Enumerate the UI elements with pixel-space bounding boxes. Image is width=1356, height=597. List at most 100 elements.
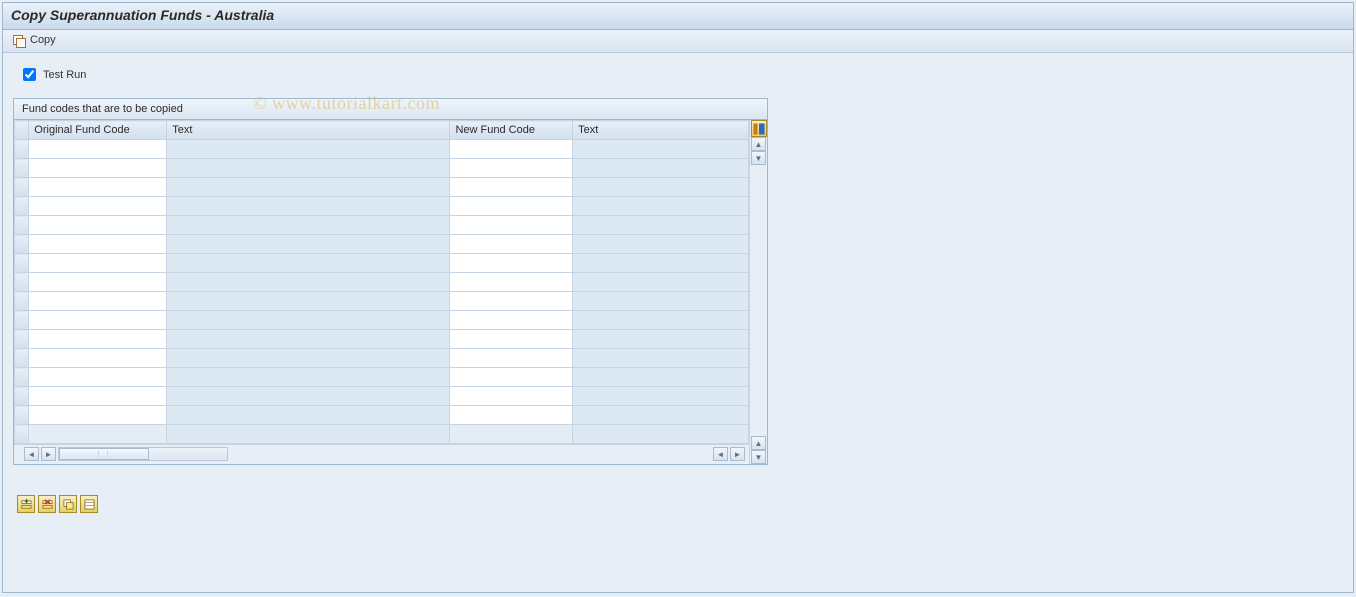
original-fund-code-field[interactable]: [29, 235, 166, 253]
row-selector[interactable]: [15, 140, 29, 159]
hscroll-right-icon[interactable]: ►: [41, 447, 56, 461]
row-selector[interactable]: [15, 273, 29, 292]
row-selector[interactable]: [15, 330, 29, 349]
original-fund-code-field[interactable]: [29, 216, 166, 234]
new-fund-code-field[interactable]: [450, 311, 572, 329]
text2-field: [573, 140, 748, 158]
footer-toolbar: [17, 495, 1343, 513]
test-run-checkbox[interactable]: [23, 68, 36, 81]
hscroll-left2-icon[interactable]: ◄: [713, 447, 728, 461]
new-fund-code-field[interactable]: [450, 159, 572, 177]
new-fund-code-field[interactable]: [450, 197, 572, 215]
original-fund-code-field[interactable]: [29, 387, 166, 405]
row-selector[interactable]: [15, 216, 29, 235]
row-selector[interactable]: [15, 235, 29, 254]
table-row: [15, 159, 749, 178]
original-fund-code-field[interactable]: [29, 273, 166, 291]
row-selector[interactable]: [15, 254, 29, 273]
new-fund-code-field[interactable]: [450, 178, 572, 196]
row-selector[interactable]: [15, 406, 29, 425]
new-fund-code-field[interactable]: [450, 368, 572, 386]
new-fund-code-field[interactable]: [450, 292, 572, 310]
table-row: [15, 330, 749, 349]
select-all-button[interactable]: [80, 495, 98, 513]
text2-field: [573, 330, 748, 348]
text2-field: [573, 387, 748, 405]
text1-field: [167, 159, 449, 177]
grid-table: Original Fund Code Text New Fund Code Te…: [14, 120, 749, 444]
original-fund-code-field[interactable]: [29, 349, 166, 367]
row-selector[interactable]: [15, 159, 29, 178]
row-selector[interactable]: [15, 349, 29, 368]
text2-field: [573, 254, 748, 272]
original-fund-code-field[interactable]: [29, 197, 166, 215]
text2-field: [573, 216, 748, 234]
copy-button[interactable]: Copy: [11, 33, 62, 47]
test-run-label: Test Run: [43, 69, 86, 81]
table-row: [15, 387, 749, 406]
row-selector[interactable]: [15, 311, 29, 330]
original-fund-code-field[interactable]: [29, 311, 166, 329]
text2-field: [573, 311, 748, 329]
col-new-fund-code[interactable]: New Fund Code: [450, 121, 573, 140]
select-all-header[interactable]: [15, 121, 29, 140]
vscroll-down-icon[interactable]: ▼: [751, 151, 766, 165]
new-fund-code-field[interactable]: [450, 273, 572, 291]
table-settings-icon[interactable]: [751, 120, 767, 137]
hscroll-right2-icon[interactable]: ►: [730, 447, 745, 461]
vscroll-up-icon[interactable]: ▲: [751, 137, 766, 151]
new-fund-code-field[interactable]: [450, 254, 572, 272]
col-original-fund-code[interactable]: Original Fund Code: [29, 121, 167, 140]
original-fund-code-field[interactable]: [29, 178, 166, 196]
row-selector[interactable]: [15, 178, 29, 197]
original-fund-code-field[interactable]: [29, 368, 166, 386]
text1-field: [167, 178, 449, 196]
original-fund-code-field[interactable]: [29, 254, 166, 272]
new-fund-code-field[interactable]: [450, 235, 572, 253]
delete-row-icon: [42, 499, 53, 510]
hscroll-thumb[interactable]: ⋮⋮: [59, 448, 149, 460]
original-fund-code-field[interactable]: [29, 425, 166, 443]
original-fund-code-field[interactable]: [29, 140, 166, 158]
vscroll-up2-icon[interactable]: ▲: [751, 436, 766, 450]
copy-row-button[interactable]: [59, 495, 77, 513]
table-row: [15, 349, 749, 368]
new-fund-code-field[interactable]: [450, 349, 572, 367]
original-fund-code-field[interactable]: [29, 292, 166, 310]
grid-body: Original Fund Code Text New Fund Code Te…: [14, 120, 749, 464]
row-selector[interactable]: [15, 292, 29, 311]
text1-field: [167, 254, 449, 272]
hscroll-left-icon[interactable]: ◄: [24, 447, 39, 461]
new-fund-code-field[interactable]: [450, 330, 572, 348]
text2-field: [573, 235, 748, 253]
col-text2[interactable]: Text: [573, 121, 749, 140]
col-text1[interactable]: Text: [167, 121, 450, 140]
horizontal-scrollbar[interactable]: ◄ ► ⋮⋮ ◄ ►: [14, 444, 749, 464]
row-selector[interactable]: [15, 368, 29, 387]
table-row: [15, 425, 749, 444]
table-row: [15, 406, 749, 425]
new-fund-code-field[interactable]: [450, 425, 572, 443]
app-toolbar: Copy: [3, 30, 1353, 53]
delete-row-button[interactable]: [38, 495, 56, 513]
new-fund-code-field[interactable]: [450, 387, 572, 405]
text2-field: [573, 406, 748, 424]
text2-field: [573, 197, 748, 215]
table-row: [15, 254, 749, 273]
vscroll-down2-icon[interactable]: ▼: [751, 450, 766, 464]
original-fund-code-field[interactable]: [29, 330, 166, 348]
new-fund-code-field[interactable]: [450, 406, 572, 424]
copy-row-icon: [63, 499, 74, 510]
row-selector[interactable]: [15, 425, 29, 444]
original-fund-code-field[interactable]: [29, 406, 166, 424]
vertical-scrollbar[interactable]: ▲ ▼ ▲ ▼: [749, 120, 767, 464]
test-run-option[interactable]: Test Run: [19, 65, 1343, 84]
original-fund-code-field[interactable]: [29, 159, 166, 177]
new-fund-code-field[interactable]: [450, 216, 572, 234]
insert-row-button[interactable]: [17, 495, 35, 513]
page-title: Copy Superannuation Funds - Australia: [3, 3, 1353, 30]
new-fund-code-field[interactable]: [450, 140, 572, 158]
hscroll-track[interactable]: ⋮⋮: [58, 447, 228, 461]
row-selector[interactable]: [15, 197, 29, 216]
row-selector[interactable]: [15, 387, 29, 406]
